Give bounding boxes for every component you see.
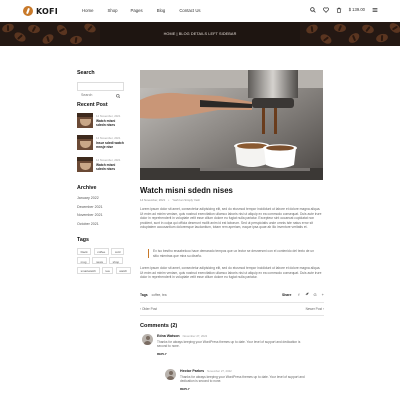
header-actions: $ 139.00 (310, 6, 378, 13)
logo-text: KOFI (36, 6, 58, 16)
search-box (77, 82, 124, 99)
reply-button[interactable]: REPLY (180, 387, 320, 391)
tag-link[interactable]: mug (77, 257, 91, 265)
comment-author: Edna Watson (157, 334, 180, 338)
archive-list: January 2022 December 2021 November 2021… (77, 196, 124, 230)
archive-link[interactable]: October 2021 (77, 222, 124, 231)
comment-author: Hector Parkes (180, 369, 205, 373)
meta-separator: • (168, 198, 170, 202)
coffee-bean-decor (69, 35, 83, 45)
comment-text: Thanks for always keeping your WordPress… (157, 340, 301, 349)
post-thumbnail[interactable] (77, 157, 93, 172)
tag-link[interactable]: watch (115, 266, 131, 274)
post-tags[interactable]: coffee, tea (152, 293, 167, 297)
featured-image (140, 70, 323, 180)
nav-shop[interactable]: Shop (107, 8, 117, 13)
comment-text: Thanks for always keeping your WordPress… (180, 375, 305, 384)
archive-link[interactable]: January 2022 (77, 196, 124, 205)
archive-link[interactable]: November 2021 (77, 213, 124, 222)
post-tags-share: Tags coffee, tea Share f G + (140, 292, 324, 297)
post-title-link[interactable]: Watch misni sdedn nises (96, 163, 124, 171)
reply-button[interactable]: REPLY (157, 352, 307, 356)
recent-post-item[interactable]: 14 November, 2021 Insur sdedi watch mnsj… (77, 135, 124, 154)
site-logo[interactable]: KOFI (23, 6, 58, 16)
tag-link[interactable]: news (92, 257, 107, 265)
nav-contact[interactable]: Contact Us (179, 8, 200, 13)
post-date: 14 November, 2021 (96, 114, 121, 118)
menu-icon[interactable] (371, 6, 378, 13)
post-title-link[interactable]: Watch misni sdedn nises (96, 119, 124, 127)
post-date: 14 November, 2021 (96, 158, 121, 162)
tag-link[interactable]: smartwatch (77, 266, 100, 274)
nav-blog[interactable]: Blog (157, 8, 166, 13)
search-icon[interactable] (310, 6, 317, 13)
tag-link[interactable]: shop (109, 257, 123, 265)
nav-pages[interactable]: Pages (131, 8, 143, 13)
blockquote: Ex iso bestho enaabelcoo hace demarado t… (148, 249, 318, 259)
post-thumbnail[interactable] (77, 113, 93, 128)
older-post-link[interactable]: ‹ Older Post (140, 307, 157, 311)
newer-post-link[interactable]: Newer Post › (306, 307, 324, 311)
tag-link[interactable]: black (77, 248, 92, 255)
post-title-link[interactable]: Insur sdedi watch mnsje nise (96, 141, 124, 149)
search-input[interactable] (78, 91, 114, 99)
top-header: KOFI Home Shop Pages Blog Contact Us $ 1… (0, 0, 400, 22)
share-label: Share (281, 292, 292, 297)
post-date: 14 November, 2021 (96, 136, 121, 140)
avatar (165, 369, 176, 380)
archive-link[interactable]: December 2021 (77, 205, 124, 214)
search-icon[interactable] (115, 85, 121, 103)
nav-home[interactable]: Home (82, 8, 93, 13)
post-main (140, 70, 324, 180)
cart-total[interactable]: $ 139.00 (349, 7, 365, 12)
post-title: Watch misni sdedn nises (140, 186, 233, 195)
tags-label: Tags (140, 292, 148, 297)
heart-icon[interactable] (323, 6, 330, 13)
plus-icon[interactable]: + (322, 292, 324, 297)
post-date: 14 November, 2021 (140, 198, 166, 202)
divider (140, 315, 324, 316)
google-plus-icon[interactable]: G (314, 292, 317, 297)
breadcrumb[interactable]: HOME | BLOG DETAILS LEFT SIDEBAR (0, 32, 400, 36)
tag-cloud: black coffee cold mug news shop smartwat… (77, 248, 134, 274)
recent-post-list: 14 November, 2021 Watch misni sdedn nise… (77, 113, 124, 176)
post-navigation: ‹ Older Post Newer Post › (140, 307, 324, 311)
cart-icon[interactable] (336, 6, 343, 13)
divider (140, 302, 324, 303)
post-paragraph: Lorem ipsum dolor sit amet, consectetur … (140, 266, 322, 280)
comment-reply: Hector Parkes November 27, 2022 Thanks f… (165, 369, 320, 391)
tag-link[interactable]: tea (101, 266, 114, 274)
facebook-icon[interactable]: f (298, 292, 299, 297)
comment-date: November 27, 2022 (207, 369, 232, 373)
archive-title: Archive (77, 185, 97, 191)
share-links: Share f G + (282, 292, 324, 297)
sidebar: Search Recent Post 14 November, 2021 Wat… (77, 70, 131, 274)
avatar (142, 334, 153, 345)
tag-link[interactable]: cold (111, 248, 124, 255)
post-author[interactable]: Yash Ian Simply Yash (172, 198, 200, 202)
twitter-icon[interactable] (304, 292, 309, 297)
comment-date: November 27, 2022 (182, 334, 208, 338)
search-widget-title: Search (77, 70, 95, 76)
comment: Edna Watson November 27, 2022 Thanks for… (142, 334, 307, 356)
recent-post-item[interactable]: 14 November, 2021 Watch misni sdedn nise… (77, 113, 124, 132)
tags-title: Tags (77, 237, 89, 243)
coffee-bean-icon (23, 6, 33, 16)
tag-link[interactable]: coffee (93, 248, 109, 255)
recent-post-item[interactable]: 14 November, 2021 Watch misni sdedn nise… (77, 157, 124, 176)
post-meta: 14 November, 2021 • Yash Ian Simply Yash (140, 198, 200, 202)
main-nav: Home Shop Pages Blog Contact Us (82, 8, 215, 13)
post-thumbnail[interactable] (77, 135, 93, 150)
comments-title: Comments (2) (140, 323, 178, 329)
post-paragraph: Lorem ipsum dolor sit amet, consectetur … (140, 207, 322, 230)
